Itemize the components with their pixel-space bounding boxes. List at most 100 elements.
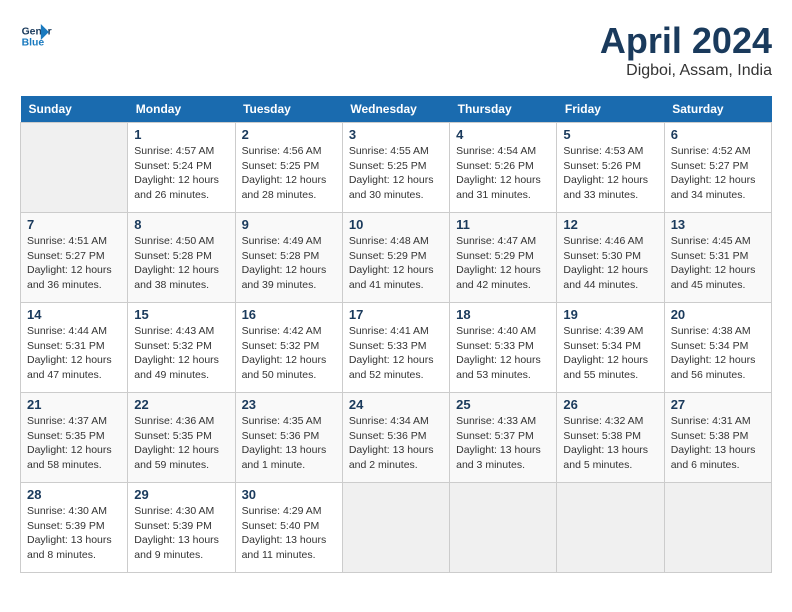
calendar-cell: 21Sunrise: 4:37 AMSunset: 5:35 PMDayligh… (21, 393, 128, 483)
weekday-header-friday: Friday (557, 96, 664, 123)
calendar-cell: 15 Sunrise: 4:43 AMSunset: 5:32 PMDayligh… (128, 303, 235, 393)
logo: General Blue (20, 20, 52, 52)
day-info: Sunrise: 4:47 AMSunset: 5:29 PMDaylight:… (456, 234, 550, 293)
day-info: Sunrise: 4:57 AMSunset: 5:24 PMDaylight:… (134, 144, 228, 203)
day-number: 27 (671, 397, 765, 412)
day-number: 18 (456, 307, 550, 322)
calendar-cell: 3 Sunrise: 4:55 AMSunset: 5:25 PMDaylight… (342, 123, 449, 213)
day-info: Sunrise: 4:55 AMSunset: 5:25 PMDaylight:… (349, 144, 443, 203)
day-info: Sunrise: 4:50 AMSunset: 5:28 PMDaylight:… (134, 234, 228, 293)
calendar-cell: 18 Sunrise: 4:40 AMSunset: 5:33 PMDayligh… (450, 303, 557, 393)
calendar-cell: 12 Sunrise: 4:46 AMSunset: 5:30 PMDayligh… (557, 213, 664, 303)
weekday-header-saturday: Saturday (664, 96, 771, 123)
calendar-week-row: 7 Sunrise: 4:51 AMSunset: 5:27 PMDaylight… (21, 213, 772, 303)
day-info: Sunrise: 4:36 AMSunset: 5:35 PMDaylight:… (134, 414, 228, 473)
day-info: Sunrise: 4:56 AMSunset: 5:25 PMDaylight:… (242, 144, 336, 203)
day-info: Sunrise: 4:37 AMSunset: 5:35 PMDaylight:… (27, 414, 121, 473)
day-info: Sunrise: 4:43 AMSunset: 5:32 PMDaylight:… (134, 324, 228, 383)
calendar-cell: 24Sunrise: 4:34 AMSunset: 5:36 PMDayligh… (342, 393, 449, 483)
calendar-cell (450, 483, 557, 573)
calendar-cell: 17 Sunrise: 4:41 AMSunset: 5:33 PMDayligh… (342, 303, 449, 393)
day-info: Sunrise: 4:35 AMSunset: 5:36 PMDaylight:… (242, 414, 336, 473)
calendar-cell: 20 Sunrise: 4:38 AMSunset: 5:34 PMDayligh… (664, 303, 771, 393)
calendar-cell: 6 Sunrise: 4:52 AMSunset: 5:27 PMDaylight… (664, 123, 771, 213)
weekday-header-thursday: Thursday (450, 96, 557, 123)
day-info: Sunrise: 4:34 AMSunset: 5:36 PMDaylight:… (349, 414, 443, 473)
weekday-header-tuesday: Tuesday (235, 96, 342, 123)
day-info: Sunrise: 4:33 AMSunset: 5:37 PMDaylight:… (456, 414, 550, 473)
calendar-cell: 7 Sunrise: 4:51 AMSunset: 5:27 PMDaylight… (21, 213, 128, 303)
calendar-week-row: 21Sunrise: 4:37 AMSunset: 5:35 PMDayligh… (21, 393, 772, 483)
day-info: Sunrise: 4:38 AMSunset: 5:34 PMDaylight:… (671, 324, 765, 383)
day-number: 6 (671, 127, 765, 142)
calendar-cell: 25 Sunrise: 4:33 AMSunset: 5:37 PMDayligh… (450, 393, 557, 483)
day-info: Sunrise: 4:46 AMSunset: 5:30 PMDaylight:… (563, 234, 657, 293)
calendar-cell: 23 Sunrise: 4:35 AMSunset: 5:36 PMDayligh… (235, 393, 342, 483)
day-number: 15 (134, 307, 228, 322)
day-number: 16 (242, 307, 336, 322)
day-number: 11 (456, 217, 550, 232)
location: Digboi, Assam, India (600, 62, 772, 80)
page-header: General Blue April 2024 Digboi, Assam, I… (20, 20, 772, 80)
day-number: 5 (563, 127, 657, 142)
day-number: 13 (671, 217, 765, 232)
day-number: 23 (242, 397, 336, 412)
calendar-cell: 27Sunrise: 4:31 AMSunset: 5:38 PMDayligh… (664, 393, 771, 483)
calendar-cell: 10 Sunrise: 4:48 AMSunset: 5:29 PMDayligh… (342, 213, 449, 303)
calendar-cell (21, 123, 128, 213)
day-number: 2 (242, 127, 336, 142)
calendar-cell: 8 Sunrise: 4:50 AMSunset: 5:28 PMDaylight… (128, 213, 235, 303)
day-info: Sunrise: 4:42 AMSunset: 5:32 PMDaylight:… (242, 324, 336, 383)
calendar-cell: 16 Sunrise: 4:42 AMSunset: 5:32 PMDayligh… (235, 303, 342, 393)
day-info: Sunrise: 4:45 AMSunset: 5:31 PMDaylight:… (671, 234, 765, 293)
day-number: 28 (27, 487, 121, 502)
weekday-header-row: SundayMondayTuesdayWednesdayThursdayFrid… (21, 96, 772, 123)
day-info: Sunrise: 4:41 AMSunset: 5:33 PMDaylight:… (349, 324, 443, 383)
day-info: Sunrise: 4:54 AMSunset: 5:26 PMDaylight:… (456, 144, 550, 203)
calendar-cell (342, 483, 449, 573)
day-info: Sunrise: 4:48 AMSunset: 5:29 PMDaylight:… (349, 234, 443, 293)
calendar-cell: 29Sunrise: 4:30 AMSunset: 5:39 PMDayligh… (128, 483, 235, 573)
calendar-week-row: 28 Sunrise: 4:30 AMSunset: 5:39 PMDayligh… (21, 483, 772, 573)
day-number: 14 (27, 307, 121, 322)
day-info: Sunrise: 4:32 AMSunset: 5:38 PMDaylight:… (563, 414, 657, 473)
calendar-cell: 5Sunrise: 4:53 AMSunset: 5:26 PMDaylight… (557, 123, 664, 213)
day-number: 7 (27, 217, 121, 232)
day-info: Sunrise: 4:49 AMSunset: 5:28 PMDaylight:… (242, 234, 336, 293)
title-block: April 2024 Digboi, Assam, India (600, 20, 772, 80)
day-number: 10 (349, 217, 443, 232)
day-info: Sunrise: 4:51 AMSunset: 5:27 PMDaylight:… (27, 234, 121, 293)
calendar-cell: 22Sunrise: 4:36 AMSunset: 5:35 PMDayligh… (128, 393, 235, 483)
logo-icon: General Blue (20, 20, 52, 52)
day-info: Sunrise: 4:52 AMSunset: 5:27 PMDaylight:… (671, 144, 765, 203)
day-number: 26 (563, 397, 657, 412)
weekday-header-sunday: Sunday (21, 96, 128, 123)
day-number: 3 (349, 127, 443, 142)
calendar-cell: 4Sunrise: 4:54 AMSunset: 5:26 PMDaylight… (450, 123, 557, 213)
day-number: 30 (242, 487, 336, 502)
day-info: Sunrise: 4:39 AMSunset: 5:34 PMDaylight:… (563, 324, 657, 383)
calendar-cell: 11 Sunrise: 4:47 AMSunset: 5:29 PMDayligh… (450, 213, 557, 303)
calendar-cell: 14 Sunrise: 4:44 AMSunset: 5:31 PMDayligh… (21, 303, 128, 393)
calendar-cell: 26 Sunrise: 4:32 AMSunset: 5:38 PMDayligh… (557, 393, 664, 483)
day-info: Sunrise: 4:29 AMSunset: 5:40 PMDaylight:… (242, 504, 336, 563)
day-number: 19 (563, 307, 657, 322)
day-info: Sunrise: 4:44 AMSunset: 5:31 PMDaylight:… (27, 324, 121, 383)
calendar-cell (664, 483, 771, 573)
day-number: 8 (134, 217, 228, 232)
calendar-cell: 19 Sunrise: 4:39 AMSunset: 5:34 PMDayligh… (557, 303, 664, 393)
day-info: Sunrise: 4:30 AMSunset: 5:39 PMDaylight:… (134, 504, 228, 563)
day-number: 17 (349, 307, 443, 322)
calendar-cell: 28Sunrise: 4:30 AMSunset: 5:39 PMDayligh… (21, 483, 128, 573)
day-number: 9 (242, 217, 336, 232)
day-number: 20 (671, 307, 765, 322)
weekday-header-wednesday: Wednesday (342, 96, 449, 123)
day-info: Sunrise: 4:40 AMSunset: 5:33 PMDaylight:… (456, 324, 550, 383)
day-number: 1 (134, 127, 228, 142)
day-number: 12 (563, 217, 657, 232)
calendar-cell: 30 Sunrise: 4:29 AMSunset: 5:40 PMDayligh… (235, 483, 342, 573)
month-title: April 2024 (600, 20, 772, 62)
day-number: 25 (456, 397, 550, 412)
weekday-header-monday: Monday (128, 96, 235, 123)
calendar-cell: 9 Sunrise: 4:49 AMSunset: 5:28 PMDaylight… (235, 213, 342, 303)
